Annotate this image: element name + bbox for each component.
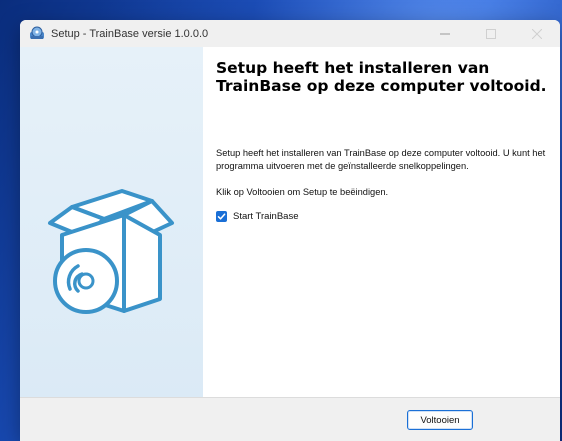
checkmark-icon <box>217 213 226 220</box>
setup-window: Setup - TrainBase versie 1.0.0.0 Setup h… <box>20 20 560 441</box>
finish-instruction: Klik op Voltooien om Setup te beëindigen… <box>216 187 389 197</box>
wizard-footer: Voltooien <box>20 397 560 441</box>
start-trainbase-label: Start TrainBase <box>233 211 299 222</box>
wizard-content: Setup heeft het installeren van TrainBas… <box>203 47 560 397</box>
finish-message: Setup heeft het installeren van TrainBas… <box>216 148 546 171</box>
close-button[interactable] <box>514 20 560 47</box>
maximize-button[interactable] <box>468 20 514 47</box>
maximize-icon <box>486 28 496 39</box>
install-box-disc-icon <box>48 189 174 314</box>
finish-heading: Setup heeft het installeren van TrainBas… <box>216 59 547 95</box>
title-bar[interactable]: Setup - TrainBase versie 1.0.0.0 <box>20 20 560 47</box>
window-controls <box>422 20 560 47</box>
minimize-icon <box>440 33 450 34</box>
finish-button[interactable]: Voltooien <box>407 410 473 430</box>
start-trainbase-checkbox-row[interactable]: Start TrainBase <box>216 211 298 222</box>
wizard-sidebar <box>20 47 203 397</box>
window-title: Setup - TrainBase versie 1.0.0.0 <box>51 27 209 40</box>
close-icon <box>532 28 542 39</box>
minimize-button[interactable] <box>422 20 468 47</box>
setup-app-icon <box>29 26 45 42</box>
start-trainbase-checkbox[interactable] <box>216 211 227 222</box>
